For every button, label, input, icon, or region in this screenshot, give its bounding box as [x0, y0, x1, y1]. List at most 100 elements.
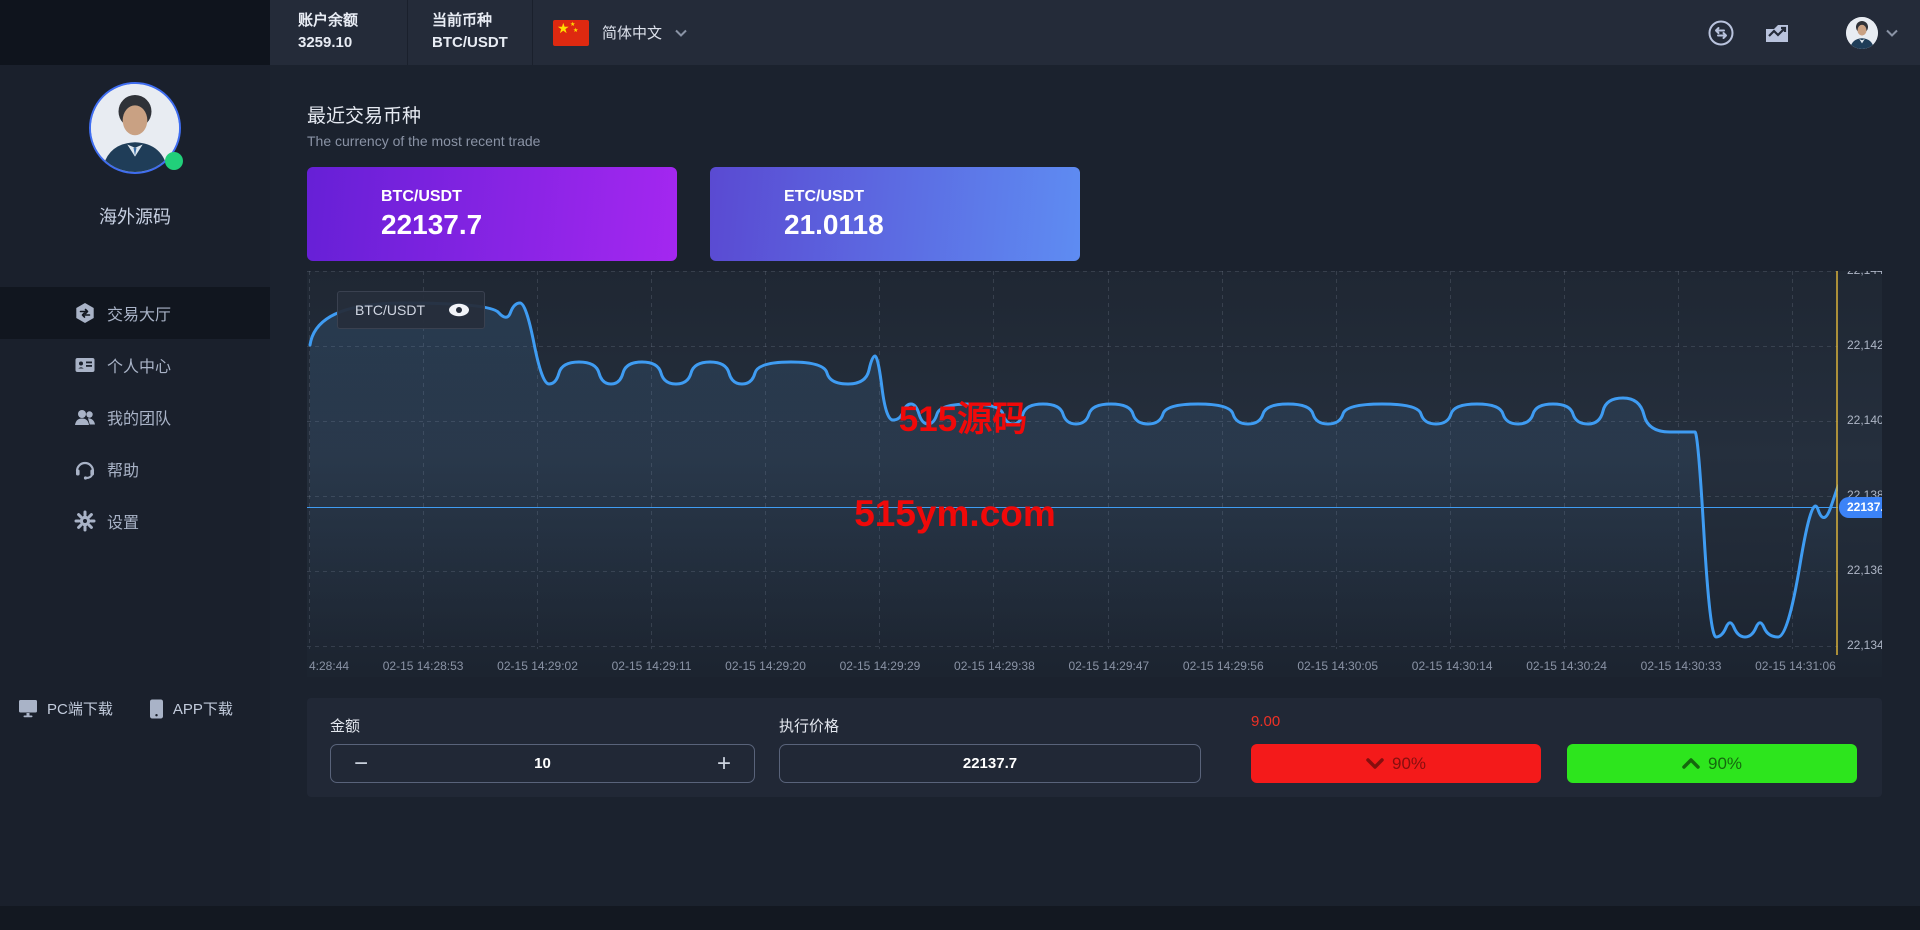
x-axis-label: 02-15 14:28:53 — [383, 659, 464, 673]
x-axis-label: 02-15 14:29:47 — [1068, 659, 1149, 673]
username: 海外源码 — [0, 203, 270, 229]
watermark-text: 515源码 — [848, 391, 1078, 442]
account-balance-value: 3259.10 — [298, 32, 407, 54]
gear-icon — [74, 510, 96, 532]
topbar-actions — [1708, 0, 1898, 65]
buy-percent: 90% — [1708, 754, 1742, 774]
pair-name: BTC/USDT — [381, 186, 677, 208]
sell-percent: 90% — [1392, 754, 1426, 774]
execution-price-field — [779, 744, 1201, 783]
arrow-up-icon — [1682, 758, 1700, 769]
sell-down-button[interactable]: 90% — [1251, 744, 1541, 783]
sidebar-item-label: 帮助 — [107, 457, 139, 481]
x-axis-label: 02-15 14:29:11 — [612, 659, 692, 673]
profile-avatar[interactable] — [89, 82, 181, 174]
online-status-dot — [165, 152, 183, 170]
download-links: PC端下载 APP下载 — [18, 698, 233, 719]
account-balance-label: 账户余额 — [298, 10, 407, 32]
pair-name: ETC/USDT — [784, 186, 1080, 208]
bottom-strip — [0, 906, 1920, 930]
sidebar-item-label: 个人中心 — [107, 353, 171, 377]
x-axis-label: 02-15 14:29:20 — [725, 659, 806, 673]
monitor-icon — [18, 699, 38, 718]
symbol-chip-label: BTC/USDT — [355, 302, 425, 318]
page-subtitle: The currency of the most recent trade — [307, 133, 540, 149]
transfer-icon[interactable] — [1708, 20, 1734, 46]
phone-icon — [149, 699, 164, 719]
x-axis-label: 02-15 14:29:56 — [1183, 659, 1264, 673]
execution-price-input[interactable] — [780, 745, 1200, 782]
sidebar-item-help[interactable]: 帮助 — [0, 443, 270, 495]
pair-price: 21.0118 — [784, 208, 1080, 242]
y-axis-label: 22,144 — [1847, 271, 1882, 277]
execution-price-label: 执行价格 — [779, 715, 839, 736]
price-chart[interactable]: BTC/USDT 515源码 515ym.com 22,144 22,142 22,… — [307, 271, 1882, 677]
id-card-icon — [74, 354, 96, 376]
trade-hall-icon — [74, 302, 96, 324]
topbar: 账户余额 3259.10 当前币种 BTC/USDT ★★★ 简体中文 — [270, 0, 1920, 65]
x-axis-label: 02-15 14:30:33 — [1641, 659, 1722, 673]
x-axis-label: 02-15 14:30:24 — [1526, 659, 1607, 673]
x-axis-labels: 4:28:44 02-15 14:28:53 02-15 14:29:02 02-15… — [307, 655, 1838, 677]
pair-card-btc-usdt[interactable]: BTC/USDT 22137.7 — [307, 167, 677, 261]
order-panel: 金额 − + 执行价格 9.00 90% 90% — [307, 698, 1882, 797]
decrease-button[interactable]: − — [331, 746, 391, 782]
app-download-label: APP下载 — [173, 698, 233, 719]
sidebar-nav: 交易大厅 个人中心 — [0, 287, 270, 547]
x-axis-label: 02-15 14:29:29 — [840, 659, 921, 673]
pair-card-etc-usdt[interactable]: ETC/USDT 21.0118 — [710, 167, 1080, 261]
user-avatar[interactable] — [1846, 17, 1878, 49]
team-icon — [74, 406, 96, 428]
sidebar-header-corner — [0, 0, 270, 65]
pc-download-link[interactable]: PC端下载 — [18, 698, 113, 719]
recent-pairs: BTC/USDT 22137.7 ETC/USDT 21.0118 — [307, 167, 1080, 261]
x-axis-label: 02-15 14:30:05 — [1297, 659, 1378, 673]
sidebar-item-label: 交易大厅 — [107, 301, 171, 325]
watermark-url: 515ym.com — [840, 493, 1070, 535]
language-selector[interactable]: ★★★ 简体中文 — [553, 0, 687, 65]
headset-help-icon — [74, 458, 96, 480]
language-label: 简体中文 — [602, 22, 662, 43]
sidebar-item-label: 设置 — [107, 509, 139, 533]
buy-up-button[interactable]: 90% — [1567, 744, 1857, 783]
page-title: 最近交易币种 — [307, 101, 421, 128]
eye-icon[interactable] — [448, 303, 470, 317]
app-root: 账户余额 3259.10 当前币种 BTC/USDT ★★★ 简体中文 — [0, 0, 1920, 930]
sidebar-item-personal-center[interactable]: 个人中心 — [0, 339, 270, 391]
market-chart-icon[interactable] — [1764, 21, 1790, 45]
increase-button[interactable]: + — [694, 746, 754, 782]
avatar-chevron-down-icon[interactable] — [1886, 29, 1898, 37]
pair-price: 22137.7 — [381, 208, 677, 242]
sidebar-item-label: 我的团队 — [107, 405, 171, 429]
amount-stepper: − + — [330, 744, 755, 783]
arrow-down-icon — [1366, 758, 1384, 769]
y-axis-label: 22,134 — [1847, 638, 1882, 652]
chevron-down-icon — [675, 29, 687, 37]
pc-download-label: PC端下载 — [47, 698, 113, 719]
sidebar: 海外源码 交易大厅 — [0, 65, 270, 906]
symbol-chip[interactable]: BTC/USDT — [337, 291, 485, 329]
china-flag-icon: ★★★ — [553, 20, 589, 46]
y-axis-label: 22,142 — [1847, 338, 1882, 352]
sidebar-item-trade-hall[interactable]: 交易大厅 — [0, 287, 270, 339]
app-download-link[interactable]: APP下载 — [149, 698, 233, 719]
sidebar-item-my-team[interactable]: 我的团队 — [0, 391, 270, 443]
y-axis-labels: 22,14422,14222,14022,13822,13622,134 — [307, 271, 1882, 677]
x-axis-label: 4:28:44 — [309, 659, 349, 673]
account-balance-block: 账户余额 3259.10 — [270, 0, 408, 65]
y-axis-label: 22,140 — [1847, 413, 1882, 427]
y-axis-label: 22,136 — [1847, 563, 1882, 577]
x-axis-label: 02-15 14:29:02 — [497, 659, 578, 673]
x-axis-label: 02-15 14:30:14 — [1412, 659, 1493, 673]
countdown-timer: 9.00 — [1251, 713, 1280, 730]
x-axis-label: 02-15 14:31:06 — [1755, 659, 1836, 673]
current-pair-label: 当前币种 — [432, 10, 532, 32]
current-price-pill: 22137.7 — [1839, 497, 1882, 518]
current-pair-block: 当前币种 BTC/USDT — [408, 0, 533, 65]
amount-input[interactable] — [391, 755, 694, 772]
x-axis-label: 02-15 14:29:38 — [954, 659, 1035, 673]
amount-label: 金额 — [330, 715, 360, 736]
main-content: 最近交易币种 The currency of the most recent t… — [270, 65, 1920, 906]
current-pair-value: BTC/USDT — [432, 32, 532, 54]
sidebar-item-settings[interactable]: 设置 — [0, 495, 270, 547]
